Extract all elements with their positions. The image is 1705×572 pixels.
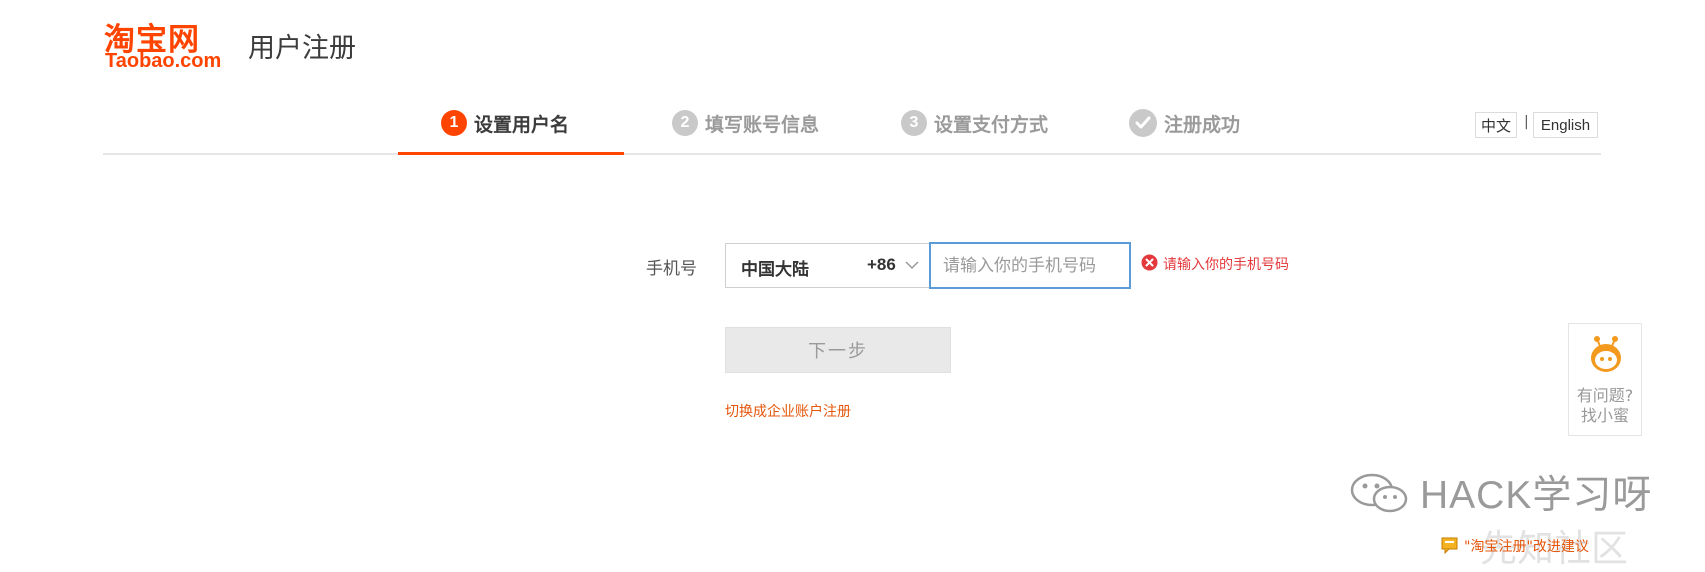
logo-english-text: Taobao.com — [105, 50, 222, 72]
lang-chinese-button[interactable]: 中文 — [1475, 112, 1517, 138]
check-circle-icon — [1129, 109, 1157, 137]
region-select[interactable]: 中国大陆 +86 — [725, 243, 929, 288]
active-step-underline — [398, 152, 624, 155]
step-label: 填写账号信息 — [705, 113, 820, 136]
step-payment-method: 3 设置支付方式 — [901, 108, 1048, 138]
lang-separator: | — [1524, 114, 1529, 130]
wechat-icon — [1346, 472, 1416, 514]
watermark-text: HACK学习呀 — [1420, 474, 1653, 517]
error-icon — [1141, 254, 1158, 271]
step-account-info: 2 填写账号信息 — [672, 108, 819, 138]
phone-input[interactable] — [929, 242, 1131, 289]
step-number-badge: 1 — [441, 110, 467, 136]
step-label: 设置用户名 — [474, 113, 570, 136]
region-name: 中国大陆 — [741, 260, 809, 280]
phone-label: 手机号 — [646, 259, 697, 279]
region-code: +86 — [867, 255, 896, 274]
feedback-icon — [1441, 536, 1459, 555]
switch-enterprise-link[interactable]: 切换成企业账户注册 — [725, 401, 851, 421]
steps-divider — [103, 153, 1601, 155]
help-text-line1: 有问题? — [1576, 386, 1634, 405]
assistant-mascot-icon — [1587, 334, 1625, 374]
chevron-down-icon — [904, 257, 920, 271]
step-set-username: 1 设置用户名 — [441, 108, 569, 138]
step-label: 注册成功 — [1164, 113, 1241, 136]
step-label: 设置支付方式 — [934, 113, 1049, 136]
next-step-button[interactable]: 下一步 — [725, 327, 951, 373]
taobao-logo[interactable]: 淘宝网 Taobao.com — [104, 18, 238, 72]
page-title: 用户注册 — [248, 33, 356, 64]
step-number-badge: 3 — [901, 110, 927, 136]
help-text: 有问题? 找小蜜 — [1569, 386, 1641, 426]
step-success: 注册成功 — [1129, 108, 1240, 138]
step-number-badge: 2 — [672, 110, 698, 136]
help-assistant-widget[interactable]: 有问题? 找小蜜 — [1568, 323, 1642, 436]
help-text-line2: 找小蜜 — [1580, 406, 1629, 425]
error-message: 请输入你的手机号码 — [1163, 257, 1289, 273]
lang-english-button[interactable]: English — [1533, 112, 1598, 138]
feedback-link[interactable]: "淘宝注册"改进建议 — [1464, 536, 1589, 556]
